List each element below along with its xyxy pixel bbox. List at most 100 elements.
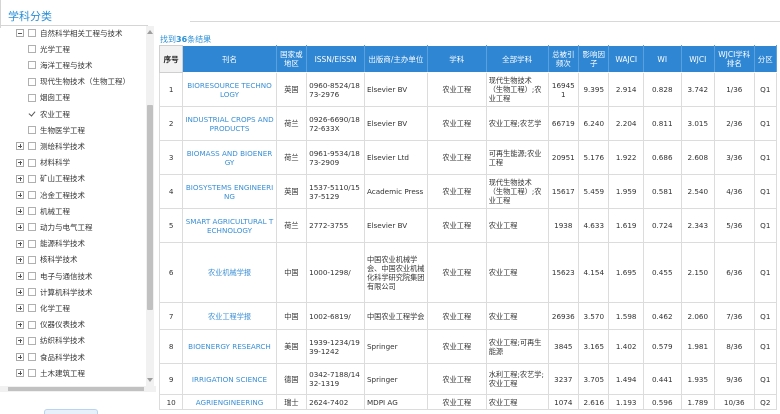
tree-item[interactable]: 测绘科学技术 bbox=[16, 139, 85, 153]
tree-item[interactable]: 计算机科学技术 bbox=[16, 285, 93, 299]
tree-item[interactable]: 光学工程 bbox=[28, 42, 70, 56]
journal-name-link[interactable]: BIOSYSTEMS ENGINEERING bbox=[182, 174, 277, 209]
journal-name-link[interactable]: BIOENERGY RESEARCH bbox=[182, 329, 277, 364]
expand-plus-icon[interactable] bbox=[16, 288, 24, 297]
tree-checkbox[interactable] bbox=[28, 353, 36, 361]
expand-plus-icon[interactable] bbox=[16, 239, 24, 248]
table-row[interactable]: 4 BIOSYSTEMS ENGINEERING 英国 1537-5110/1537-… bbox=[158, 174, 778, 209]
expand-plus-icon[interactable] bbox=[16, 369, 24, 378]
column-header[interactable]: 刊名 bbox=[182, 45, 277, 73]
tree-checkbox[interactable] bbox=[28, 272, 36, 280]
journal-name-link[interactable]: 农业工程学报 bbox=[182, 302, 277, 330]
tree-checkbox[interactable] bbox=[28, 239, 36, 248]
expand-plus-icon[interactable] bbox=[16, 272, 24, 280]
tree-checkbox[interactable] bbox=[28, 158, 36, 167]
horizontal-scrollbar-thumb[interactable] bbox=[8, 387, 144, 391]
tree-item[interactable]: 海洋工程与技术 bbox=[28, 58, 93, 72]
tree-item[interactable]: 仪器仪表技术 bbox=[16, 318, 85, 332]
tree-checkbox[interactable] bbox=[28, 126, 36, 135]
tree-checkbox[interactable] bbox=[28, 304, 36, 313]
journal-name-link[interactable]: IRRIGATION SCIENCE bbox=[182, 363, 277, 395]
tree-checkbox[interactable] bbox=[28, 174, 36, 183]
journal-name-link[interactable]: 农业机械学报 bbox=[182, 242, 277, 303]
tree-item[interactable]: 化学工程 bbox=[16, 301, 70, 315]
table-row[interactable]: 5 SMART AGRICULTURAL TECHNOLOGY 荷兰 2772-375… bbox=[158, 208, 778, 243]
tree-item[interactable]: 动力与电气工程 bbox=[16, 220, 93, 234]
vertical-scrollbar-thumb[interactable] bbox=[147, 105, 153, 310]
tree-item[interactable]: 农业工程 bbox=[28, 107, 70, 121]
tree-item[interactable]: 能源科学技术 bbox=[16, 237, 85, 251]
column-header[interactable]: ISSN/EISSN bbox=[306, 45, 365, 73]
tree-item[interactable]: 纺织科学技术 bbox=[16, 334, 85, 348]
tree-checkbox[interactable] bbox=[28, 142, 36, 151]
tree-item[interactable]: 材料科学 bbox=[16, 156, 70, 170]
journal-name-link[interactable]: AGRIENGINEERING bbox=[182, 394, 277, 410]
tree-checkbox[interactable] bbox=[28, 77, 36, 86]
expand-plus-icon[interactable] bbox=[16, 255, 24, 264]
table-row[interactable]: 1 BIORESOURCE TECHNOLOGY 英国 0960-8524/1873-… bbox=[158, 72, 778, 107]
scroll-up-arrow-icon[interactable] bbox=[147, 30, 153, 34]
expand-plus-icon[interactable] bbox=[16, 142, 24, 151]
column-header[interactable]: 序号 bbox=[158, 45, 184, 73]
expand-plus-icon[interactable] bbox=[16, 158, 24, 167]
tree-checkbox[interactable] bbox=[28, 29, 36, 37]
journal-name-link[interactable]: BIOMASS AND BIOENERGY bbox=[182, 140, 277, 175]
table-row[interactable]: 10 AGRIENGINEERING 瑞士 2624-7402 MDPI AG 农业工程农… bbox=[158, 394, 778, 410]
tree-item[interactable]: 土木建筑工程 bbox=[16, 366, 85, 380]
tree-checkbox[interactable] bbox=[28, 191, 36, 199]
tree-checkbox[interactable] bbox=[28, 336, 36, 345]
table-row[interactable]: 9 IRRIGATION SCIENCE 德国 0342-7188/1432-1319… bbox=[158, 363, 778, 395]
column-header[interactable]: 总被引频次 bbox=[547, 45, 580, 73]
expand-plus-icon[interactable] bbox=[16, 353, 24, 361]
column-header[interactable]: WI bbox=[642, 45, 682, 73]
table-row[interactable]: 8 BIOENERGY RESEARCH 美国 1939-1234/1939-1242… bbox=[158, 329, 778, 364]
scroll-down-arrow-icon[interactable] bbox=[147, 378, 153, 382]
table-cell: 2/36 bbox=[714, 106, 755, 141]
tree-checkbox[interactable] bbox=[28, 320, 36, 329]
checked-checkmark-icon[interactable] bbox=[28, 110, 36, 118]
table-row[interactable]: 7 农业工程学报 中国 1002-6819/中国农业工程学会 农业工程 农业工程 26936… bbox=[158, 302, 778, 330]
tree-item[interactable]: 自然科学相关工程与技术 bbox=[16, 26, 123, 40]
column-header[interactable]: 国家或地区 bbox=[275, 45, 308, 73]
journal-name-link[interactable]: SMART AGRICULTURAL TECHNOLOGY bbox=[182, 208, 277, 243]
tree-item[interactable]: 生物医学工程 bbox=[28, 123, 85, 137]
bottom-tab-button[interactable] bbox=[44, 409, 98, 414]
expand-plus-icon[interactable] bbox=[16, 223, 24, 232]
tree-checkbox[interactable] bbox=[28, 45, 36, 54]
table-row[interactable]: 6 农业机械学报 中国 1000-1298/中国农业机械学会、中国农业机械化科学研究院… bbox=[158, 242, 778, 303]
tree-checkbox[interactable] bbox=[28, 223, 36, 232]
tree-item[interactable]: 矿山工程技术 bbox=[16, 172, 85, 186]
column-header[interactable]: 影响因子 bbox=[578, 45, 610, 73]
collapse-minus-icon[interactable] bbox=[16, 29, 24, 37]
column-header[interactable]: 出版商/主办单位 bbox=[363, 45, 428, 73]
column-header[interactable]: 分区 bbox=[753, 45, 778, 73]
tree-item[interactable]: 冶金工程技术 bbox=[16, 188, 85, 202]
tree-item[interactable]: 电子与通信技术 bbox=[16, 269, 93, 283]
expand-plus-icon[interactable] bbox=[16, 207, 24, 216]
tree-item[interactable]: 现代生物技术（生物工程） bbox=[28, 75, 130, 89]
column-header[interactable]: WAJCI bbox=[608, 45, 644, 73]
expand-plus-icon[interactable] bbox=[16, 174, 24, 183]
column-header[interactable]: WJCI bbox=[680, 45, 716, 73]
expand-plus-icon[interactable] bbox=[16, 191, 24, 199]
tree-item[interactable]: 食品科学技术 bbox=[16, 350, 85, 364]
tree-checkbox[interactable] bbox=[28, 207, 36, 216]
tree-item[interactable]: 核科学技术 bbox=[16, 253, 78, 267]
journal-name-link[interactable]: INDUSTRIAL CROPS AND PRODUCTS bbox=[182, 106, 277, 141]
column-header[interactable]: 学科 bbox=[426, 45, 487, 73]
tree-checkbox[interactable] bbox=[28, 93, 36, 102]
journal-name-link[interactable]: BIORESOURCE TECHNOLOGY bbox=[182, 72, 277, 107]
tree-checkbox[interactable] bbox=[28, 255, 36, 264]
tree-checkbox[interactable] bbox=[28, 61, 36, 70]
column-header[interactable]: WJCI学科排名 bbox=[714, 45, 755, 73]
expand-plus-icon[interactable] bbox=[16, 336, 24, 345]
table-row[interactable]: 3 BIOMASS AND BIOENERGY 荷兰 0961-9534/1873-2… bbox=[158, 140, 778, 175]
column-header[interactable]: 全部学科 bbox=[485, 45, 549, 73]
expand-plus-icon[interactable] bbox=[16, 304, 24, 313]
expand-plus-icon[interactable] bbox=[16, 320, 24, 329]
tree-checkbox[interactable] bbox=[28, 369, 36, 378]
tree-item[interactable]: 烟囱工程 bbox=[28, 91, 70, 105]
tree-checkbox[interactable] bbox=[28, 288, 36, 297]
tree-item[interactable]: 机械工程 bbox=[16, 204, 70, 218]
table-row[interactable]: 2 INDUSTRIAL CROPS AND PRODUCTS 荷兰 0926-669… bbox=[158, 106, 778, 141]
